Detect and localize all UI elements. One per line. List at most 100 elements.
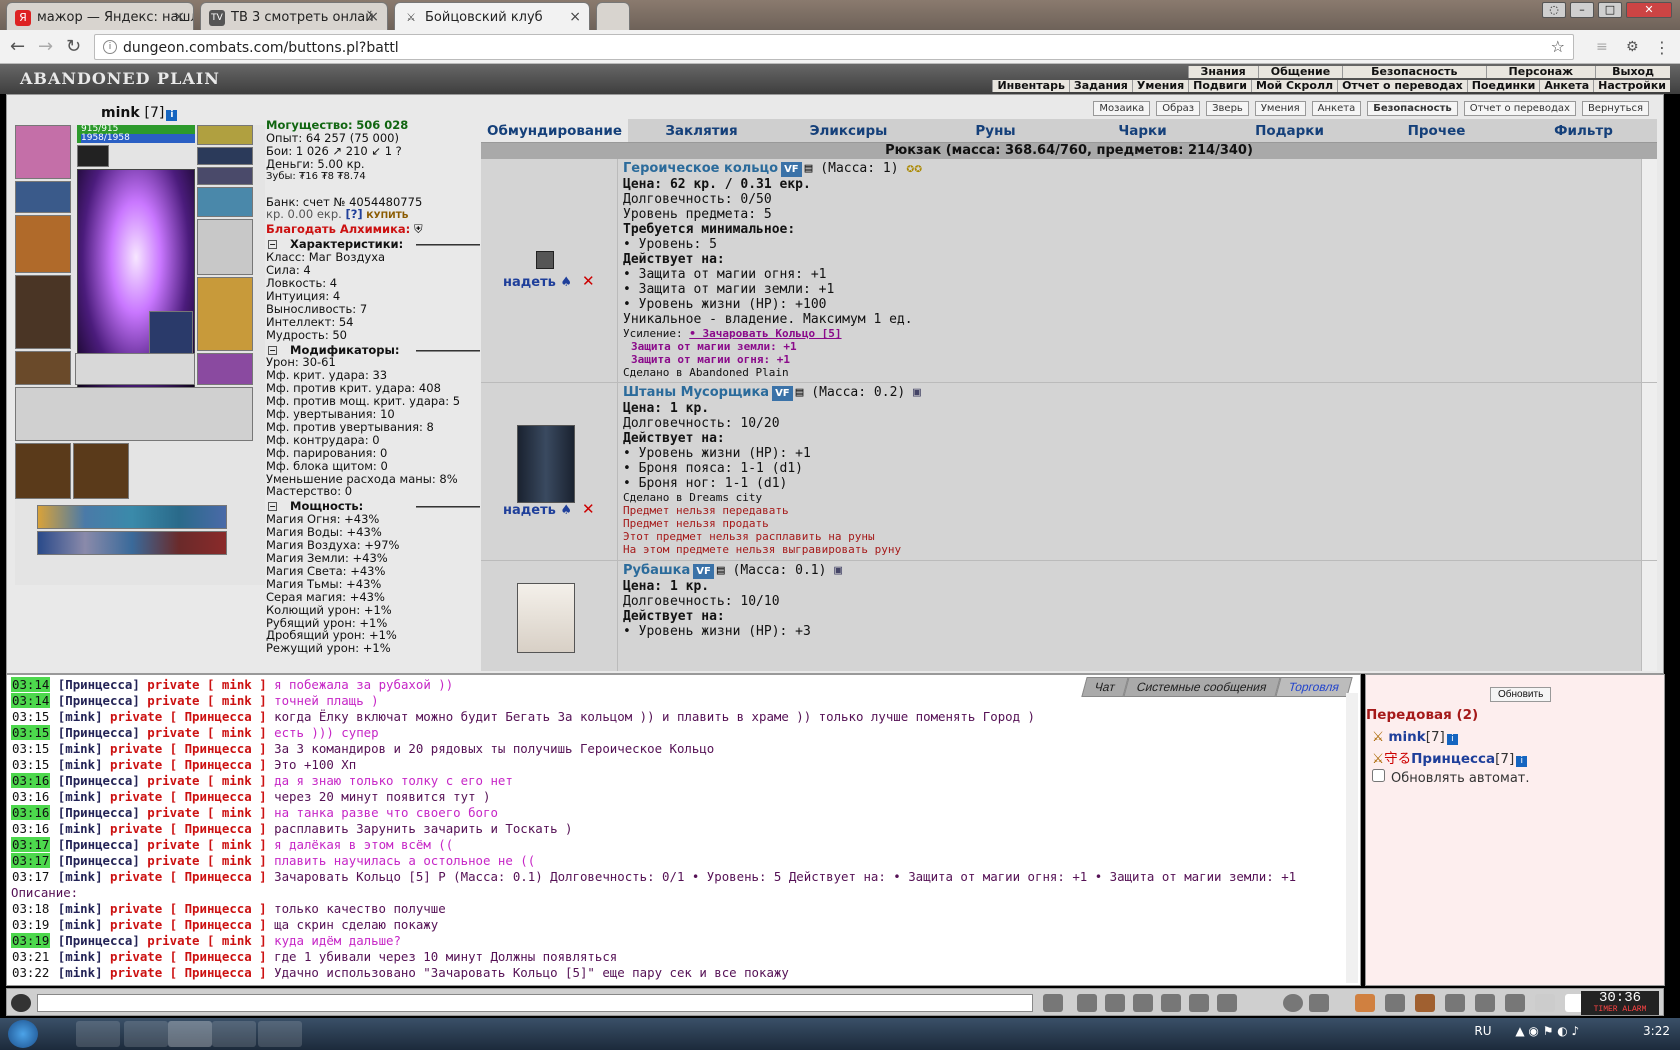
tab-other[interactable]: Прочее bbox=[1363, 119, 1510, 142]
message-sender[interactable]: [mink] bbox=[50, 949, 103, 964]
message-sender[interactable]: [Принцесса] bbox=[50, 933, 140, 948]
menu-character[interactable]: Персонаж bbox=[1485, 66, 1596, 78]
sound-icon[interactable] bbox=[1217, 994, 1237, 1012]
close-icon[interactable]: × bbox=[173, 9, 185, 25]
characteristics-header[interactable]: − Характеристики: bbox=[266, 238, 480, 251]
tab-charms[interactable]: Чарки bbox=[1069, 119, 1216, 142]
shield-slot[interactable] bbox=[197, 219, 253, 275]
effects-row-1[interactable] bbox=[37, 505, 227, 529]
menu-exit[interactable]: Выход bbox=[1595, 66, 1670, 78]
message-sender[interactable]: [mink] bbox=[50, 789, 103, 804]
menu-quests[interactable]: Задания bbox=[1068, 80, 1132, 92]
subnav-transfers[interactable]: Отчет о переводах bbox=[1463, 101, 1576, 116]
menu-knowledge[interactable]: Знания bbox=[1187, 66, 1258, 78]
subnav-mosaic[interactable]: Мозаика bbox=[1093, 101, 1151, 116]
collapse-icon[interactable]: − bbox=[268, 502, 277, 512]
scroll-icon[interactable] bbox=[1445, 994, 1465, 1012]
spell-slots[interactable] bbox=[75, 353, 195, 385]
adblock-icon[interactable]: ⚙ bbox=[1626, 39, 1639, 55]
reload-icon[interactable]: ↻ bbox=[66, 36, 81, 57]
menu-profile[interactable]: Анкета bbox=[1539, 80, 1593, 92]
enh-link[interactable]: • Зачаровать Кольцо [5] bbox=[689, 327, 841, 340]
power-header[interactable]: − Мощность: bbox=[266, 500, 480, 513]
info-icon[interactable]: i bbox=[1516, 756, 1528, 767]
sword-icon[interactable] bbox=[1189, 994, 1209, 1012]
item-name[interactable]: Рубашка bbox=[623, 563, 690, 578]
menu-feats[interactable]: Подвиги bbox=[1188, 80, 1251, 92]
info-icon[interactable]: i bbox=[1446, 734, 1458, 745]
scrollbar[interactable] bbox=[1641, 383, 1657, 560]
message-sender[interactable]: [Принцесса] bbox=[50, 677, 140, 692]
start-button[interactable] bbox=[8, 1020, 38, 1048]
tab-runes[interactable]: Руны bbox=[922, 119, 1069, 142]
message-sender[interactable]: [Принцесса] bbox=[50, 853, 140, 868]
effects-row-2[interactable] bbox=[37, 531, 227, 555]
scrollbar[interactable] bbox=[1641, 561, 1657, 671]
tab-chat[interactable]: Чат bbox=[1081, 677, 1130, 697]
send-icon[interactable] bbox=[1043, 994, 1063, 1012]
tab-elixirs[interactable]: Эликсиры bbox=[775, 119, 922, 142]
subnav-beast[interactable]: Зверь bbox=[1206, 101, 1249, 116]
collapse-icon[interactable]: − bbox=[268, 345, 277, 355]
smile-icon[interactable] bbox=[1283, 994, 1303, 1012]
chat-scrollbar[interactable] bbox=[1346, 693, 1358, 983]
helmet-slot[interactable] bbox=[15, 125, 71, 179]
chat-mode-icon[interactable] bbox=[11, 994, 31, 1012]
item-name[interactable]: Штаны Мусорщика bbox=[623, 385, 769, 400]
menu-skills[interactable]: Умения bbox=[1131, 80, 1188, 92]
explorer-icon[interactable] bbox=[76, 1021, 120, 1047]
new-tab-button[interactable] bbox=[596, 2, 630, 30]
delete-button[interactable]: ✕ bbox=[582, 500, 595, 518]
extension-icon[interactable]: ≡ bbox=[1596, 39, 1608, 55]
menu-fights[interactable]: Поединки bbox=[1466, 80, 1540, 92]
message-sender[interactable]: [mink] bbox=[50, 869, 103, 884]
message-sender[interactable]: [mink] bbox=[50, 821, 103, 836]
eraser-icon[interactable] bbox=[1077, 994, 1097, 1012]
menu-icon[interactable]: ⋮ bbox=[1654, 38, 1670, 57]
minimize-icon[interactable]: – bbox=[1570, 2, 1594, 18]
player-row[interactable]: ⚔守るПринцесса[7] i bbox=[1372, 747, 1528, 767]
tab-gifts[interactable]: Подарки bbox=[1216, 119, 1363, 142]
menu-communication[interactable]: Общение bbox=[1257, 66, 1343, 78]
url-input[interactable]: i dungeon.combats.com/buttons.pl?battl ☆ bbox=[94, 34, 1574, 60]
bag-icon[interactable] bbox=[1385, 994, 1405, 1012]
bag-slot-2[interactable] bbox=[73, 443, 129, 499]
collapse-icon[interactable]: − bbox=[268, 240, 277, 250]
message-sender[interactable]: [mink] bbox=[50, 901, 103, 916]
message-sender[interactable]: [Принцесса] bbox=[50, 773, 140, 788]
subnav-profile[interactable]: Анкета bbox=[1311, 101, 1362, 116]
save-icon[interactable] bbox=[1133, 994, 1153, 1012]
necklace-slot[interactable] bbox=[197, 147, 253, 165]
menu-inventory[interactable]: Инвентарь bbox=[992, 80, 1068, 92]
message-sender[interactable]: [Принцесса] bbox=[50, 837, 140, 852]
player-name[interactable]: mink bbox=[1388, 729, 1425, 745]
gloves-slot[interactable] bbox=[197, 187, 253, 217]
boots-slot[interactable] bbox=[197, 353, 253, 385]
info-icon[interactable]: i bbox=[166, 110, 178, 121]
back-icon[interactable]: ← bbox=[10, 36, 25, 57]
settings-icon[interactable] bbox=[1309, 994, 1329, 1012]
window-close-icon[interactable]: ✕ bbox=[1626, 2, 1672, 18]
message-sender[interactable]: [mink] bbox=[50, 741, 103, 756]
bag-slot-1[interactable] bbox=[15, 443, 71, 499]
lock-icon[interactable] bbox=[1505, 994, 1525, 1012]
put-on-button[interactable]: надеть bbox=[503, 275, 556, 290]
menu-security[interactable]: Безопасность bbox=[1342, 66, 1486, 78]
close-icon[interactable]: × bbox=[569, 9, 581, 25]
amulet-slot[interactable] bbox=[77, 145, 109, 167]
tab-filter[interactable]: Фильтр bbox=[1510, 119, 1657, 142]
paw-icon[interactable] bbox=[1535, 994, 1555, 1012]
refresh-button[interactable]: Обновить bbox=[1490, 687, 1552, 702]
forward-icon[interactable]: → bbox=[38, 36, 53, 57]
scrollbar[interactable] bbox=[1641, 159, 1657, 382]
tab-trade[interactable]: Торговля bbox=[1275, 677, 1353, 697]
delete-button[interactable]: ✕ bbox=[582, 272, 595, 290]
put-on-button[interactable]: надеть bbox=[503, 503, 556, 518]
magic-icon[interactable] bbox=[1355, 994, 1375, 1012]
tab-spells[interactable]: Заклятия bbox=[628, 119, 775, 142]
message-sender[interactable]: [mink] bbox=[50, 917, 103, 932]
user-icon[interactable]: ◌ bbox=[1542, 2, 1566, 18]
buy-link[interactable]: КУПИТЬ bbox=[366, 211, 408, 221]
browser-tab-combats[interactable]: ⚔ Бойцовский клуб × bbox=[394, 2, 590, 30]
subnav-back[interactable]: Вернуться bbox=[1581, 101, 1649, 116]
